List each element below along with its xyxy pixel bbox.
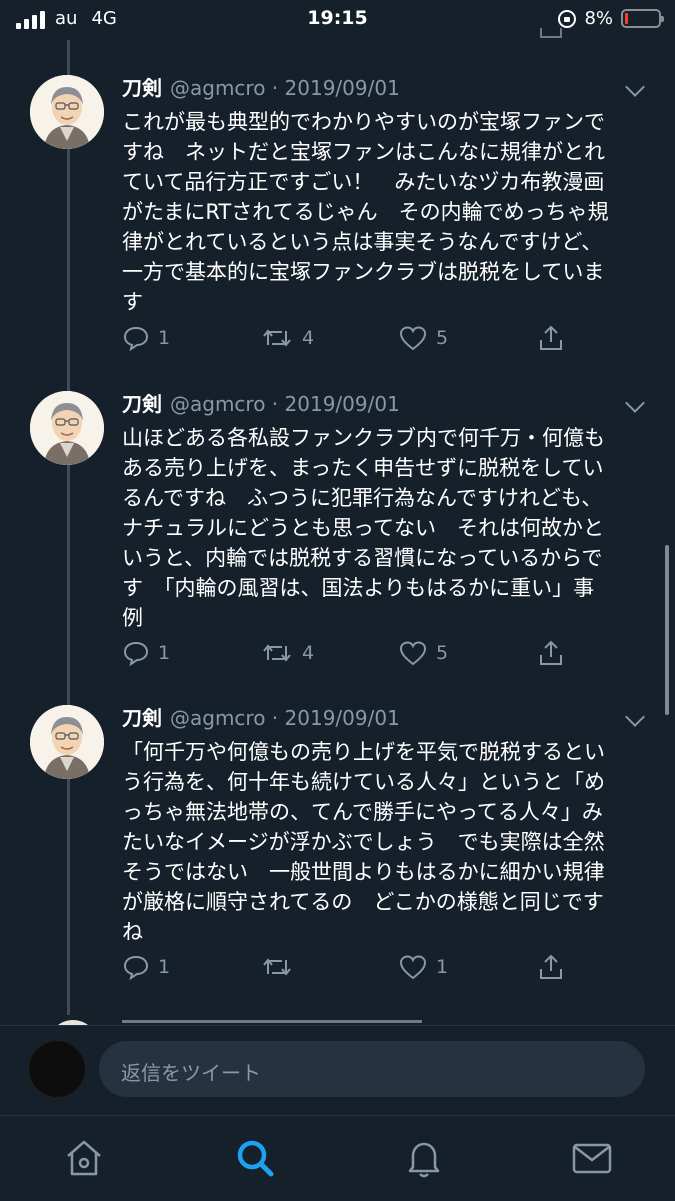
share-icon: [540, 640, 562, 665]
chevron-down-icon[interactable]: [625, 707, 645, 727]
reply-button[interactable]: 1: [122, 639, 170, 667]
bell-icon: [408, 1142, 440, 1178]
tab-bar: [0, 1115, 675, 1201]
reply-icon: [123, 955, 149, 981]
battery-icon: [621, 9, 664, 28]
reply-count: 1: [158, 327, 171, 349]
reply-button[interactable]: 1: [122, 953, 170, 981]
search-icon: [237, 1140, 274, 1177]
share-icon: [540, 325, 562, 350]
chevron-down-icon[interactable]: [625, 77, 645, 97]
reply-bar: 返信をツイート: [0, 1025, 675, 1116]
reply-button[interactable]: 1: [122, 324, 170, 352]
share-button[interactable]: [536, 953, 574, 981]
thread-line: [67, 40, 70, 1015]
tweet-text: これが最も典型的でわかりやすいのが宝塚ファンで すね ネットだと宝塚ファンはこん…: [122, 110, 609, 314]
author-name[interactable]: 刀剣: [122, 388, 162, 417]
retweet-icon: [263, 958, 291, 976]
scrollbar[interactable]: [665, 545, 669, 715]
status-bar: au 4G 19:15 8%: [0, 0, 675, 38]
retweet-button[interactable]: 4: [260, 639, 314, 667]
reply-input[interactable]: 返信をツイート: [99, 1041, 645, 1097]
tweet-text: 山ほどある各私設ファンクラブ内で何千万・何億も ある売り上げを、まったく申告せず…: [122, 426, 605, 630]
like-count: 5: [436, 327, 449, 349]
mail-icon: [572, 1143, 612, 1174]
retweet-icon: [263, 329, 291, 347]
author-handle-date: @agmcro · 2019/09/01: [170, 76, 400, 100]
like-count: 5: [436, 642, 449, 664]
like-count: 1: [436, 956, 449, 978]
heart-icon: [399, 326, 427, 351]
share-button[interactable]: [536, 639, 574, 667]
heart-icon: [399, 641, 427, 666]
reply-placeholder: 返信をツイート: [121, 1061, 261, 1085]
reply-count: 1: [158, 956, 171, 978]
retweet-button[interactable]: [260, 953, 302, 981]
tab-messages[interactable]: [570, 1136, 614, 1180]
tab-home[interactable]: [62, 1136, 106, 1180]
tweet-actions: 1 1: [122, 953, 582, 987]
retweet-icon: [263, 644, 291, 662]
like-button[interactable]: 5: [398, 639, 448, 667]
avatar[interactable]: [30, 75, 104, 149]
author-name[interactable]: 刀剣: [122, 72, 162, 101]
author-name[interactable]: 刀剣: [122, 702, 162, 731]
reply-icon: [123, 326, 149, 352]
share-icon[interactable]: [540, 28, 562, 38]
retweet-count: 4: [302, 327, 315, 349]
user-avatar[interactable]: [28, 1040, 86, 1098]
tweet-actions: 1 4 5: [122, 639, 582, 673]
reply-icon: [123, 641, 149, 667]
home-icon: [67, 1140, 101, 1176]
author-handle-date: @agmcro · 2019/09/01: [170, 706, 400, 730]
tweet-actions: 1 4 5: [122, 324, 582, 358]
orientation-lock-icon: [558, 9, 577, 28]
battery-percent: 8%: [584, 8, 613, 29]
retweet-count: 4: [302, 642, 315, 664]
author-handle-date: @agmcro · 2019/09/01: [170, 392, 400, 416]
reply-count: 1: [158, 642, 171, 664]
chevron-down-icon[interactable]: [625, 393, 645, 413]
like-button[interactable]: 5: [398, 324, 448, 352]
share-icon: [540, 954, 562, 979]
share-button[interactable]: [536, 324, 574, 352]
heart-icon: [399, 955, 427, 980]
avatar[interactable]: [30, 391, 104, 465]
like-button[interactable]: 1: [398, 953, 448, 981]
tab-notifications[interactable]: [402, 1136, 446, 1180]
avatar[interactable]: [30, 705, 104, 779]
tweet-text: 「何千万や何億もの売り上げを平気で脱税するとい う行為を、何十年も続けている人々…: [122, 740, 605, 944]
retweet-button[interactable]: 4: [260, 324, 314, 352]
tab-search[interactable]: [233, 1136, 277, 1180]
